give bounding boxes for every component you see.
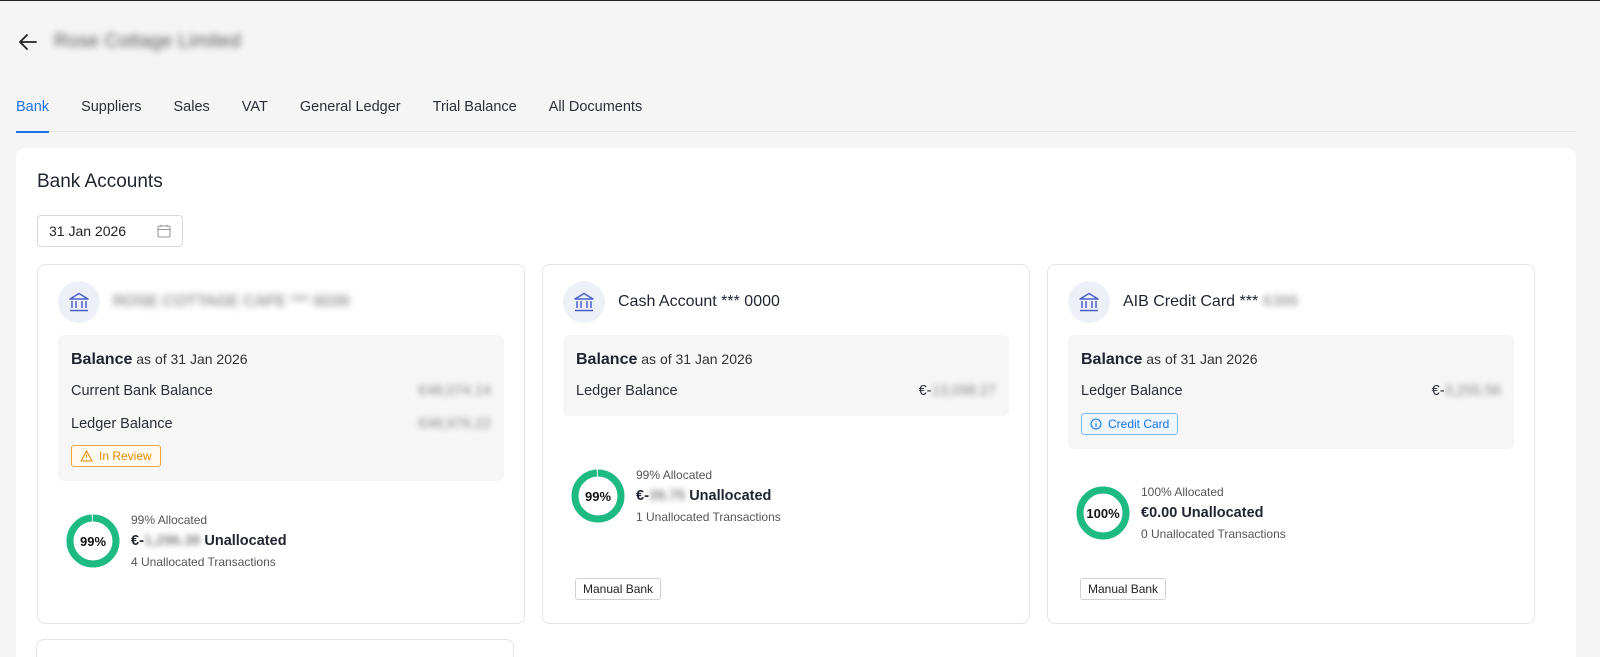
tab-bank[interactable]: Bank (16, 87, 50, 133)
unallocated-amount: €- 39.75 Unallocated (636, 488, 781, 504)
status-badge: In Review (71, 445, 161, 467)
account-name: AIB Credit Card *** 6386 (1123, 293, 1298, 311)
card-header: ROSE COTTAGE CAFE *** 6039 (58, 281, 349, 323)
row-label: Ledger Balance (576, 383, 678, 399)
row-value: €48,074.14 (418, 383, 491, 399)
balance-label: Balance (71, 351, 133, 368)
unallocated-amount: €0.00 Unallocated (1141, 505, 1264, 521)
balance-box: Balance as of 31 Jan 2026 Current Bank B… (58, 335, 504, 481)
panel-title: Bank Accounts (37, 171, 163, 192)
amount-prefix: €- (131, 533, 144, 549)
date-value: 31 Jan 2026 (49, 223, 127, 239)
account-name-main: AIB Credit Card *** (1123, 293, 1259, 310)
balance-heading: Balance as of 31 Jan 2026 (71, 351, 248, 369)
tab-sales[interactable]: Sales (174, 87, 210, 132)
amount-value: 39.75 (648, 488, 686, 504)
allocated-label: 100% Allocated (1141, 485, 1224, 499)
balance-heading: Balance as of 31 Jan 2026 (1081, 351, 1258, 369)
bank-icon (1068, 281, 1110, 323)
warning-icon (80, 450, 93, 462)
allocation-text: 99% Allocated €- 39.75 Unallocated 1 Una… (636, 468, 781, 524)
balance-asof: as of 31 Jan 2026 (136, 351, 248, 367)
account-name: ROSE COTTAGE CAFE *** 6039 (113, 293, 350, 310)
credit-card-badge: Credit Card (1081, 413, 1179, 435)
bank-type-tag: Manual Bank (1080, 578, 1167, 600)
bank-icon (58, 281, 100, 323)
value-amount: 3,255.56 (1444, 383, 1501, 399)
page-header: Rose Cottage Limited (16, 29, 241, 55)
tab-bar: Bank Suppliers Sales VAT General Ledger … (16, 87, 1576, 133)
bank-account-card[interactable]: Cash Account *** 0000 Balance as of 31 J… (542, 264, 1030, 624)
tab-suppliers[interactable]: Suppliers (81, 87, 141, 132)
balance-box: Balance as of 31 Jan 2026 Ledger Balance… (563, 335, 1009, 416)
allocation-percent: 100% (1086, 505, 1120, 521)
balance-label: Balance (1081, 351, 1143, 368)
balance-asof: as of 31 Jan 2026 (641, 351, 753, 367)
allocated-label: 99% Allocated (131, 513, 208, 527)
value-amount: 13,098.27 (931, 383, 996, 399)
balance-asof: as of 31 Jan 2026 (1146, 351, 1258, 367)
unallocated-transactions[interactable]: 4 Unallocated Transactions (131, 555, 287, 569)
row-label: Ledger Balance (1081, 383, 1183, 399)
amount-suffix: Unallocated (689, 488, 772, 504)
allocation-summary: 99% 99% Allocated €- 1,296.38 Unallocate… (66, 513, 287, 569)
bank-account-card-partial (36, 639, 514, 657)
allocation-ring: 100% (1076, 486, 1130, 540)
tab-trial-balance[interactable]: Trial Balance (433, 87, 517, 132)
allocated-label: 99% Allocated (636, 468, 713, 482)
allocation-percent: 99% (584, 488, 612, 504)
card-header: Cash Account *** 0000 (563, 281, 780, 323)
status-label: In Review (99, 449, 152, 463)
unallocated-transactions[interactable]: 0 Unallocated Transactions (1141, 527, 1286, 541)
balance-row: Current Bank Balance €48,074.14 (71, 383, 491, 399)
info-icon (1090, 418, 1102, 430)
tab-all-documents[interactable]: All Documents (549, 87, 642, 132)
amount-suffix: Unallocated (204, 533, 287, 549)
account-number: 6386 (1262, 293, 1299, 310)
amount-value: 1,296.38 (143, 533, 201, 549)
allocation-text: 100% Allocated €0.00 Unallocated 0 Unall… (1141, 485, 1286, 541)
bank-type-tag: Manual Bank (575, 578, 662, 600)
account-name: Cash Account *** 0000 (618, 293, 780, 310)
bank-icon (563, 281, 605, 323)
bank-account-card[interactable]: ROSE COTTAGE CAFE *** 6039 Balance as of… (37, 264, 525, 624)
credit-card-label: Credit Card (1108, 417, 1170, 431)
balance-box: Balance as of 31 Jan 2026 Ledger Balance… (1068, 335, 1514, 449)
value-prefix: €- (1431, 383, 1445, 399)
allocation-summary: 100% 100% Allocated €0.00 Unallocated 0 … (1076, 485, 1286, 541)
balance-row: Ledger Balance €-3,255.56 (1081, 383, 1501, 399)
row-value: €-13,098.27 (919, 383, 996, 399)
unallocated-amount: €- 1,296.38 Unallocated (131, 533, 287, 549)
allocation-text: 99% Allocated €- 1,296.38 Unallocated 4 … (131, 513, 287, 569)
balance-label: Balance (576, 351, 638, 368)
allocation-ring: 99% (66, 514, 120, 568)
unallocated-transactions[interactable]: 1 Unallocated Transactions (636, 510, 781, 524)
row-value: €48,976.22 (418, 416, 491, 432)
row-label: Ledger Balance (71, 416, 173, 432)
allocation-summary: 99% 99% Allocated €- 39.75 Unallocated 1… (571, 468, 781, 524)
amount-prefix: €- (636, 488, 649, 504)
company-name: Rose Cottage Limited (54, 31, 241, 52)
balance-heading: Balance as of 31 Jan 2026 (576, 351, 753, 369)
balance-row: Ledger Balance €-13,098.27 (576, 383, 996, 399)
tab-vat[interactable]: VAT (242, 87, 268, 132)
value-prefix: €- (918, 383, 932, 399)
allocation-ring: 99% (571, 469, 625, 523)
calendar-icon (157, 224, 171, 238)
row-label: Current Bank Balance (71, 383, 213, 399)
row-value: €-3,255.56 (1432, 383, 1501, 399)
date-picker[interactable]: 31 Jan 2026 (37, 215, 183, 247)
card-header: AIB Credit Card *** 6386 (1068, 281, 1298, 323)
arrow-left-icon (19, 34, 37, 50)
bank-account-card[interactable]: AIB Credit Card *** 6386 Balance as of 3… (1047, 264, 1535, 624)
allocation-percent: 99% (79, 533, 107, 549)
back-button[interactable] (16, 30, 40, 54)
balance-row: Ledger Balance €48,976.22 (71, 416, 491, 432)
tab-general-ledger[interactable]: General Ledger (300, 87, 401, 132)
bank-accounts-panel: Bank Accounts 31 Jan 2026 ROSE COTTAGE C… (16, 148, 1576, 657)
